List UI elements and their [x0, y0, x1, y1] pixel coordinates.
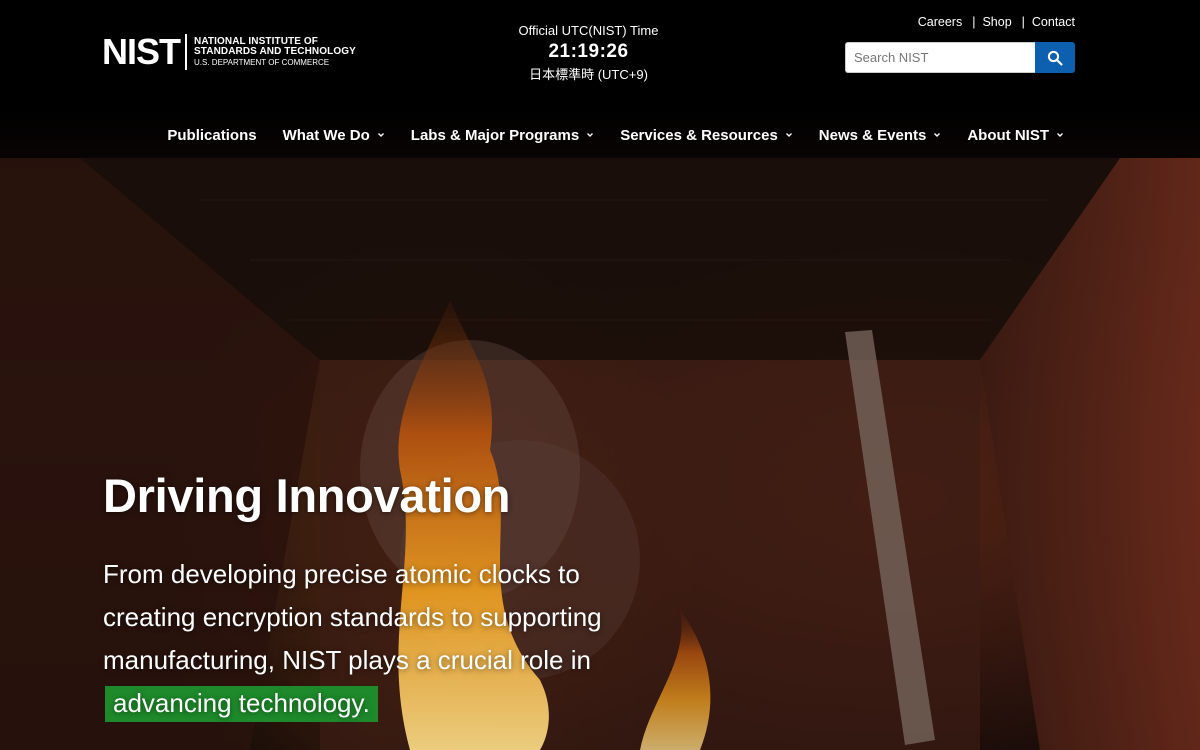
nav-item-labs-major-programs[interactable]: Labs & Major Programs [411, 127, 594, 144]
nav-item-label: About NIST [967, 126, 1049, 144]
search-form [845, 42, 1075, 73]
chevron-down-icon [1057, 133, 1063, 137]
hero-title: Driving Innovation [103, 469, 511, 522]
utility-separator: | [1021, 15, 1025, 29]
logo-line-2: STANDARDS AND TECHNOLOGY [194, 45, 356, 57]
hero-description-text: From developing precise atomic clocks to… [103, 559, 602, 675]
nav-item-services-resources[interactable]: Services & Resources [620, 127, 793, 144]
chevron-down-icon [377, 133, 384, 137]
nav-item-label: News & Events [818, 126, 927, 144]
hero-description: From developing precise atomic clocks to… [103, 553, 603, 725]
chevron-down-icon [785, 133, 792, 137]
clock-timezone: 日本標準時 (UTC+9) [529, 67, 648, 82]
contact-link[interactable]: Contact [1032, 15, 1075, 29]
chevron-down-icon [587, 133, 594, 137]
nav-item-label: What We Do [282, 126, 370, 144]
chevron-down-icon [934, 133, 941, 137]
careers-link[interactable]: Careers [918, 15, 962, 29]
search-icon [1047, 50, 1063, 66]
search-input[interactable] [845, 42, 1035, 73]
search-button[interactable] [1035, 42, 1075, 73]
nav-item-label: Publications [167, 126, 257, 144]
nav-item-label: Labs & Major Programs [410, 126, 580, 144]
logo-wordmark: NIST [102, 31, 181, 72]
logo-line-3: U.S. DEPARTMENT OF COMMERCE [194, 57, 330, 67]
logo-divider [185, 34, 188, 70]
shop-link[interactable]: Shop [982, 15, 1011, 29]
clock-label: Official UTC(NIST) Time [518, 23, 659, 38]
nav-item-what-we-do[interactable]: What We Do [283, 127, 385, 144]
clock-time: 21:19:26 [548, 41, 629, 62]
nav-item-label: Services & Resources [620, 126, 778, 144]
nav-item-publications[interactable]: Publications [167, 127, 256, 144]
main-navigation: Publications What We Do Labs & Major Pro… [0, 112, 1200, 158]
nav-item-about-nist[interactable]: About NIST [967, 127, 1064, 144]
utility-links: Careers | Shop | Contact [918, 15, 1075, 29]
nav-item-news-events[interactable]: News & Events [819, 127, 942, 144]
official-time-clock[interactable]: Official UTC(NIST) Time 21:19:26 日本標準時 (… [500, 22, 677, 83]
hero-highlight: advancing technology. [105, 686, 378, 722]
utility-separator: | [972, 15, 976, 29]
nist-logo[interactable]: NIST NATIONAL INSTITUTE OF STANDARDS AND… [102, 34, 356, 70]
logo-text: NATIONAL INSTITUTE OF STANDARDS AND TECH… [194, 35, 356, 68]
logo-line-1: NATIONAL INSTITUTE OF [194, 35, 318, 47]
site-header: NIST NATIONAL INSTITUTE OF STANDARDS AND… [0, 0, 1200, 112]
